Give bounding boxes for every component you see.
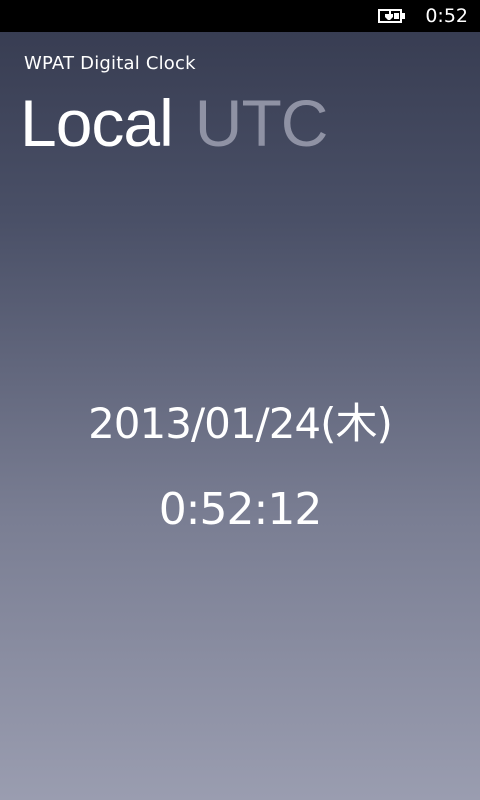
app-title: WPAT Digital Clock <box>24 53 196 74</box>
status-bar-time: 0:52 <box>425 5 468 27</box>
battery-charging-icon <box>378 9 405 23</box>
tab-utc[interactable]: UTC <box>195 80 329 166</box>
pivot-header: Local UTC <box>20 80 349 170</box>
date-display: 2013/01/24(木) <box>88 399 393 448</box>
tab-local[interactable]: Local <box>20 80 174 166</box>
status-bar: 0:52 <box>0 0 480 32</box>
time-display: 0:52:12 <box>158 484 323 535</box>
clock-screen: 0:52 WPAT Digital Clock Local UTC 2013/01… <box>0 0 480 800</box>
